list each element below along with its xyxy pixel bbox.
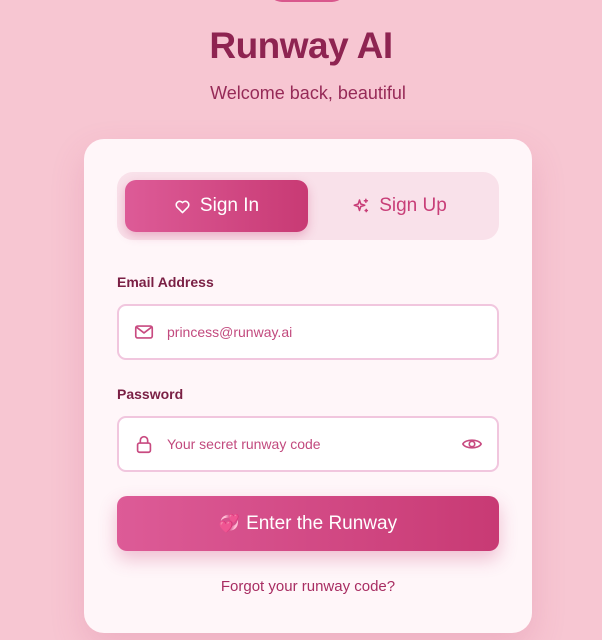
enter-runway-button[interactable]: 💞 Enter the Runway [117, 496, 499, 551]
password-field-wrapper [117, 416, 499, 472]
mail-icon [133, 321, 155, 343]
email-label: Email Address [117, 274, 214, 290]
tab-sign-up[interactable]: Sign Up [308, 180, 491, 232]
app-subtitle: Welcome back, beautiful [210, 83, 406, 103]
auth-card: Sign In Sign Up Email Address Password [84, 139, 532, 633]
password-label: Password [117, 386, 184, 402]
forgot-password-link[interactable]: Forgot your runway code? [84, 578, 532, 595]
email-field-wrapper [117, 304, 499, 360]
eye-icon[interactable] [461, 433, 483, 455]
two-hearts-icon: 💞 [218, 513, 241, 533]
tab-sign-in[interactable]: Sign In [125, 180, 308, 232]
lock-icon [133, 433, 155, 455]
heart-icon [174, 198, 191, 215]
app-title: Runway AI [209, 25, 393, 66]
tab-sign-up-label: Sign Up [379, 195, 447, 216]
enter-runway-label: Enter the Runway [246, 512, 398, 534]
password-input[interactable] [167, 418, 457, 470]
sparkle-icon [352, 197, 370, 215]
tab-sign-in-label: Sign In [199, 195, 260, 216]
logo-badge [268, 0, 346, 2]
email-input[interactable] [167, 306, 457, 358]
auth-tabs: Sign In Sign Up [117, 172, 499, 240]
